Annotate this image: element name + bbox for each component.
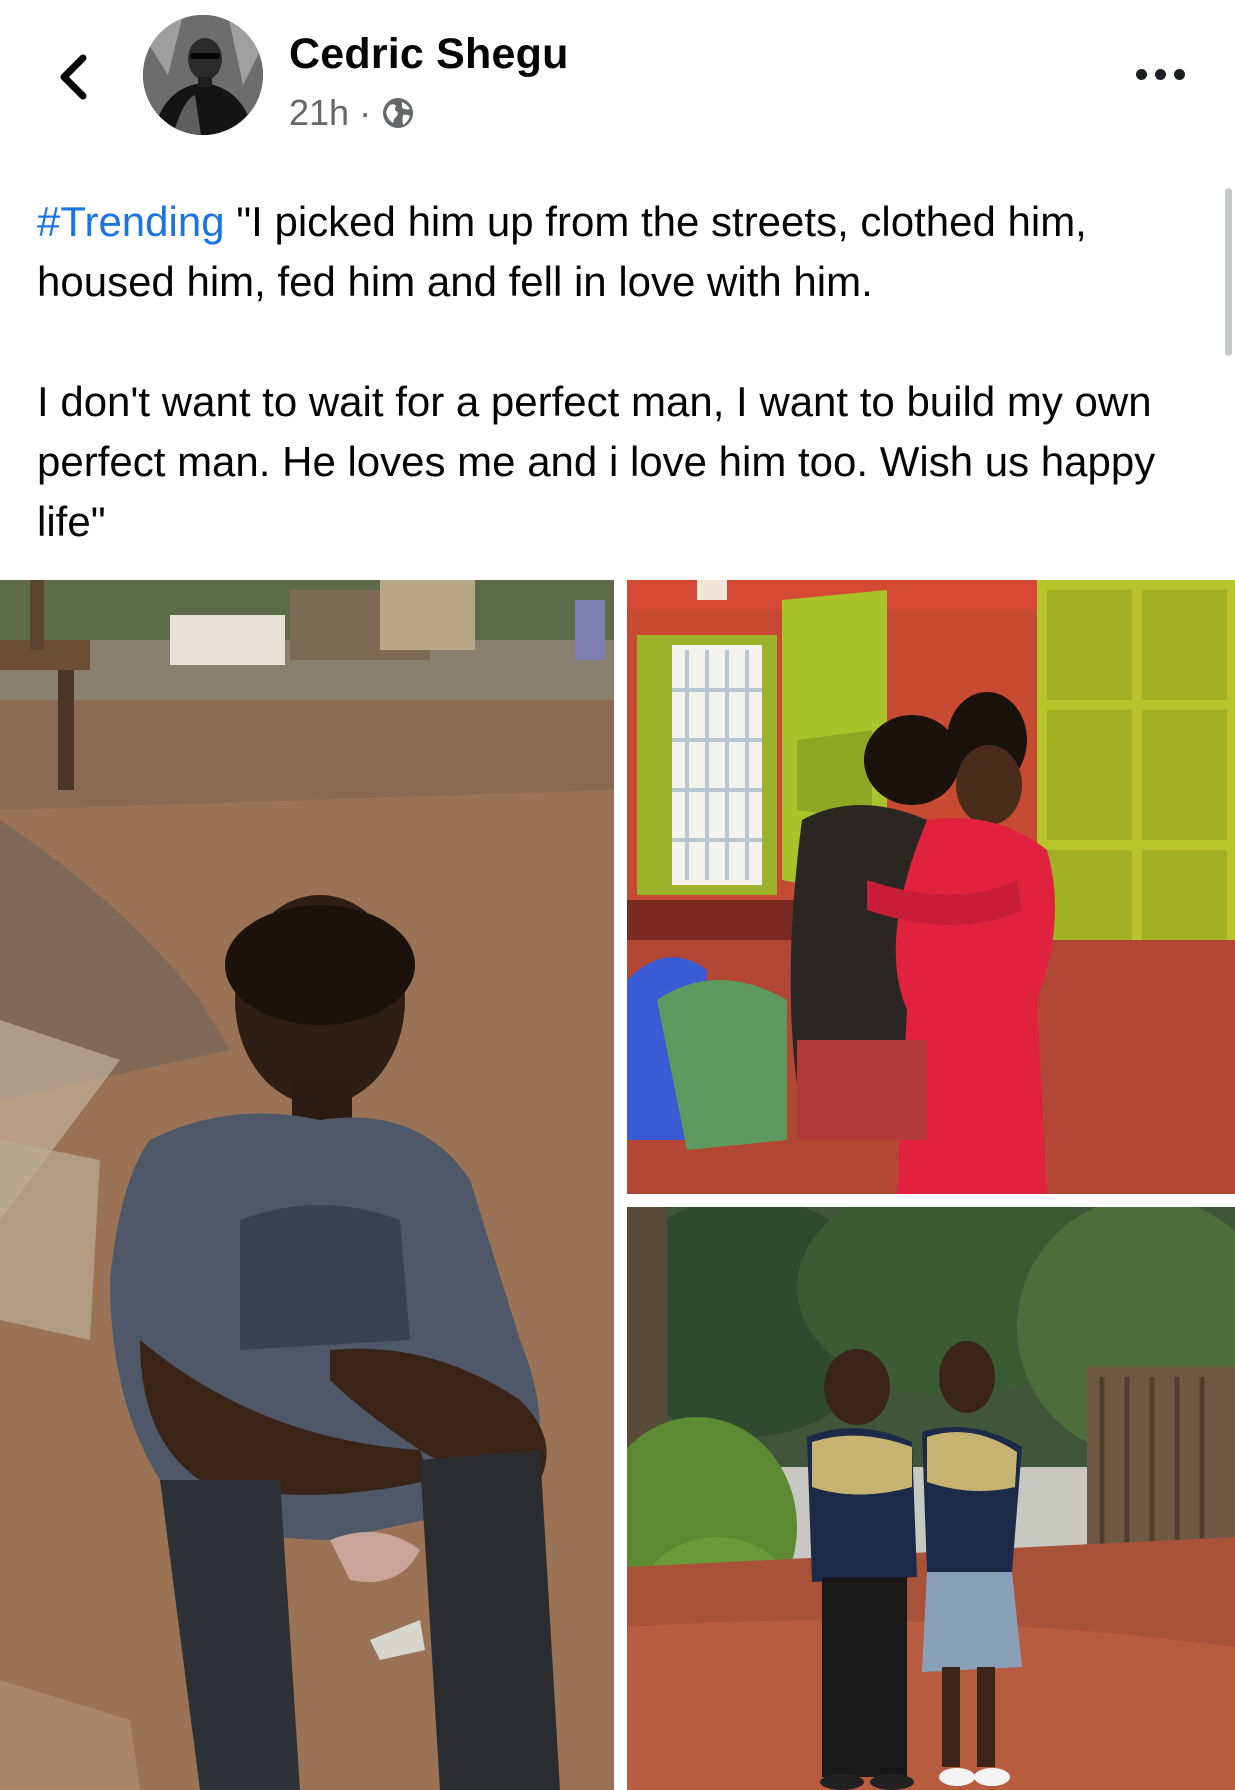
meta-separator: · [359,92,372,133]
globe-icon [383,98,414,128]
post-paragraph-1: #Trending "I picked him up from the stre… [37,192,1217,312]
author-name[interactable]: Cedric Shegu [289,30,569,79]
couple-embracing-by-door-photo[interactable] [627,580,1235,1194]
scrollbar[interactable] [1225,188,1232,356]
post-header: Cedric Shegu 21h · [0,0,1235,150]
more-horizontal-icon [1154,68,1166,80]
post-text: #Trending "I picked him up from the stre… [37,192,1217,552]
more-horizontal-icon [1135,68,1147,80]
couple-standing-in-garden-photo[interactable] [627,1207,1235,1790]
post-paragraph-2: I don't want to wait for a perfect man, … [37,378,1156,545]
post-meta: 21h · [289,92,415,134]
more-horizontal-icon [1173,68,1185,80]
man-sitting-outdoors-photo[interactable] [0,580,614,1790]
more-options-button[interactable] [1125,56,1195,92]
post-timestamp[interactable]: 21h [289,92,349,134]
avatar-image [143,15,263,135]
back-button[interactable] [44,42,100,112]
photo-image [0,580,614,1790]
hashtag-link[interactable]: #Trending [37,198,225,245]
photo-image [627,1207,1235,1790]
chevron-left-icon [60,54,87,100]
author-avatar[interactable] [143,15,263,135]
photo-image [627,580,1235,1194]
